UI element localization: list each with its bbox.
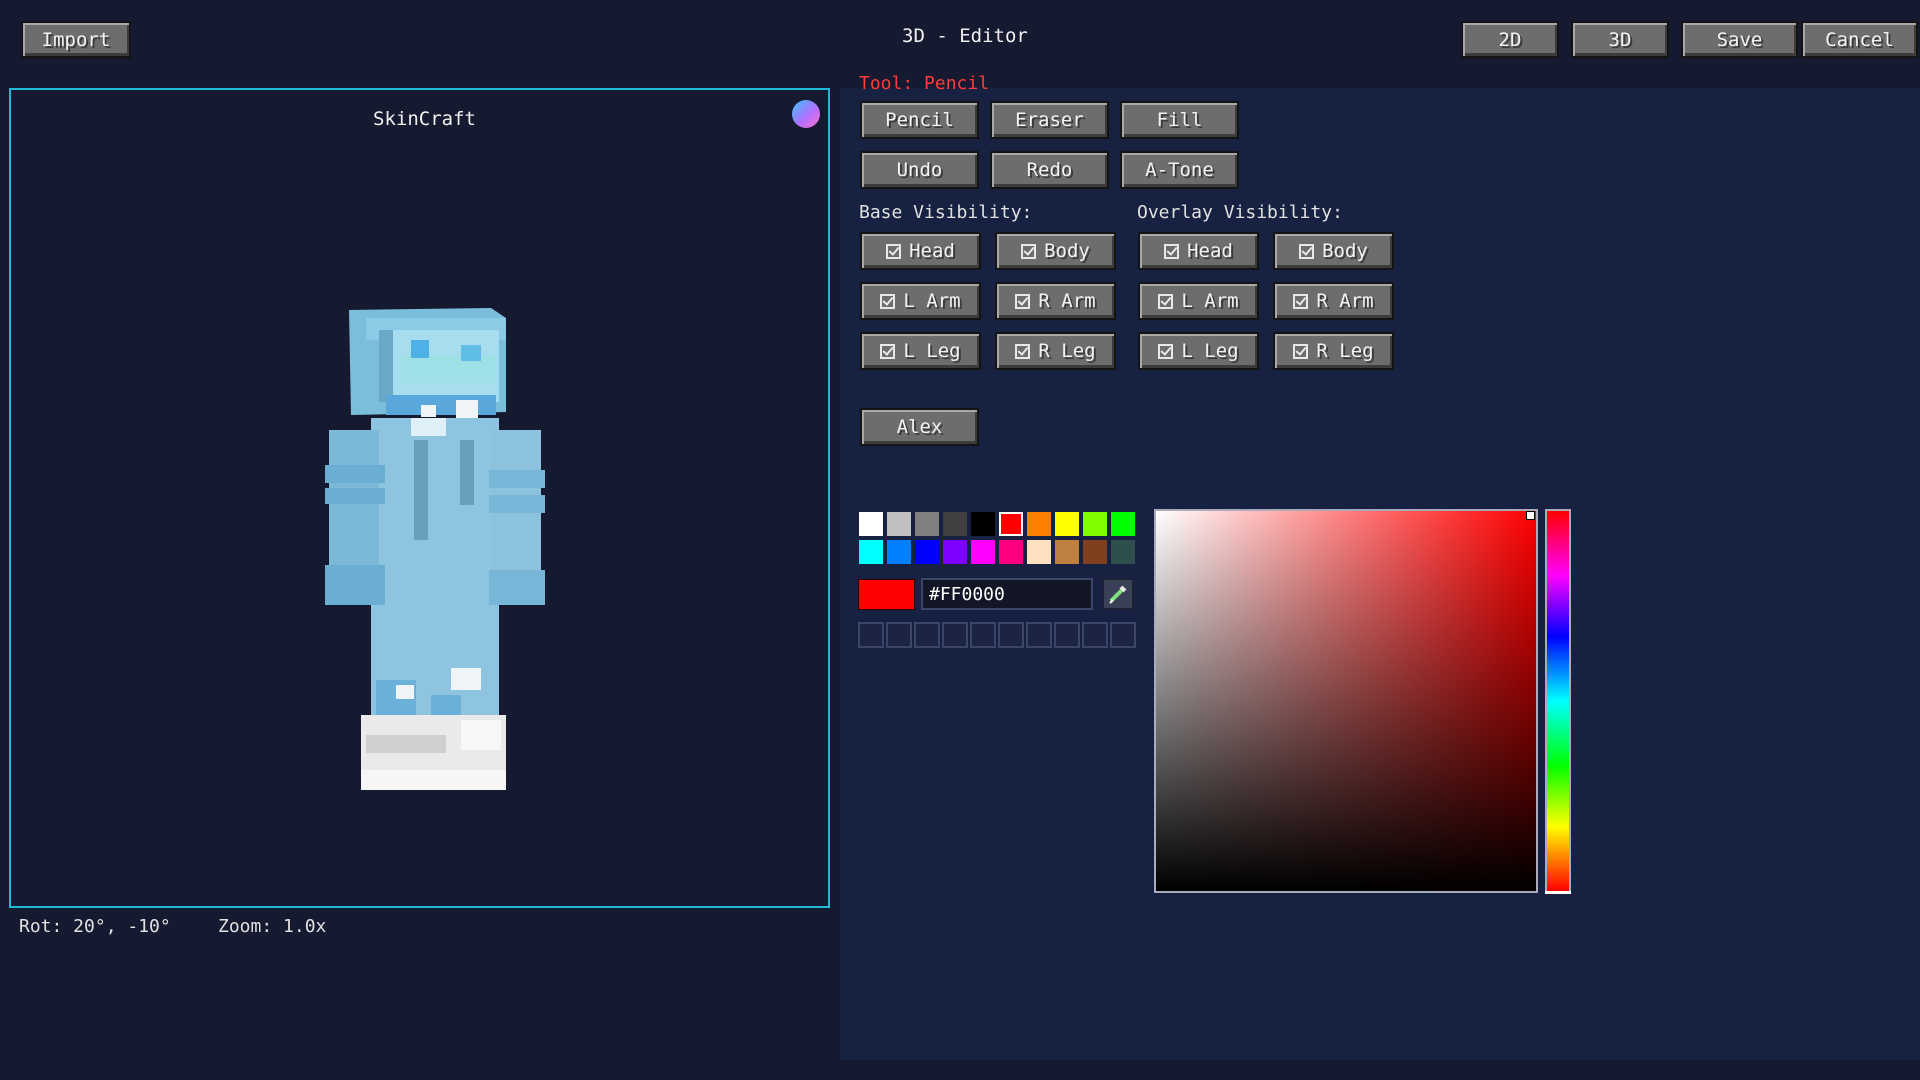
palette-swatch[interactable]	[943, 512, 967, 536]
a-tone-button[interactable]: A-Tone	[1120, 151, 1239, 189]
toggle-label: Head	[1187, 240, 1233, 262]
palette-swatch[interactable]	[887, 512, 911, 536]
overlay-body-toggle[interactable]: Body	[1273, 232, 1394, 270]
toggle-label: Head	[909, 240, 955, 262]
orb-icon[interactable]	[792, 100, 820, 128]
overlay-l-leg-toggle[interactable]: L Leg	[1138, 332, 1259, 370]
eyedropper-icon[interactable]	[1102, 578, 1134, 610]
toggle-label: Body	[1044, 240, 1090, 262]
import-button[interactable]: Import	[21, 21, 131, 58]
rotation-readout: Rot: 20°, -10°	[19, 916, 171, 937]
checkbox-checked-icon	[1293, 343, 1309, 359]
save-button[interactable]: Save	[1681, 21, 1798, 58]
palette-swatch[interactable]	[859, 540, 883, 564]
checkbox-checked-icon	[1158, 293, 1174, 309]
hex-input-value: #FF0000	[929, 583, 1005, 605]
base-l-arm-toggle[interactable]: L Arm	[860, 282, 981, 320]
toggle-label: L Arm	[1181, 290, 1239, 312]
toggle-label: L Arm	[903, 290, 961, 312]
palette-swatch[interactable]	[1027, 540, 1051, 564]
recent-color-slot[interactable]	[1082, 622, 1108, 648]
recent-color-slot[interactable]	[970, 622, 996, 648]
model-alex-button[interactable]: Alex	[860, 408, 979, 446]
palette-swatch[interactable]	[1083, 512, 1107, 536]
overlay-r-leg-toggle[interactable]: R Leg	[1273, 332, 1394, 370]
palette-swatch[interactable]	[999, 540, 1023, 564]
toggle-label: Body	[1322, 240, 1368, 262]
view-2d-button[interactable]: 2D	[1461, 21, 1559, 58]
page-title: 3D - Editor	[902, 25, 1028, 47]
overlay-l-arm-toggle[interactable]: L Arm	[1138, 282, 1259, 320]
palette-swatch[interactable]	[971, 540, 995, 564]
toggle-label: R Leg	[1038, 340, 1096, 362]
toggle-label: R Leg	[1316, 340, 1374, 362]
toggle-label: L Leg	[903, 340, 961, 362]
checkbox-checked-icon	[1015, 293, 1031, 309]
base-r-leg-toggle[interactable]: R Leg	[995, 332, 1116, 370]
recent-color-slot[interactable]	[914, 622, 940, 648]
palette-swatch[interactable]	[1027, 512, 1051, 536]
checkbox-checked-icon	[1158, 343, 1174, 359]
current-tool-label: Tool: Pencil	[859, 73, 990, 94]
undo-button[interactable]: Undo	[860, 151, 979, 189]
recent-color-slot[interactable]	[1026, 622, 1052, 648]
palette-swatch[interactable]	[1055, 512, 1079, 536]
zoom-readout: Zoom: 1.0x	[218, 916, 327, 937]
fill-tool-button[interactable]: Fill	[1120, 101, 1239, 139]
base-body-toggle[interactable]: Body	[995, 232, 1116, 270]
checkbox-checked-icon	[1021, 243, 1037, 259]
viewport-title: SkinCraft	[373, 108, 476, 130]
palette-swatch[interactable]	[1083, 540, 1107, 564]
checkbox-checked-icon	[1015, 343, 1031, 359]
base-r-arm-toggle[interactable]: R Arm	[995, 282, 1116, 320]
toggle-label: L Leg	[1181, 340, 1239, 362]
checkbox-checked-icon	[1299, 243, 1315, 259]
view-3d-button[interactable]: 3D	[1571, 21, 1669, 58]
palette-swatch[interactable]	[915, 512, 939, 536]
palette-swatch[interactable]	[887, 540, 911, 564]
eraser-tool-button[interactable]: Eraser	[990, 101, 1109, 139]
overlay-head-toggle[interactable]: Head	[1138, 232, 1259, 270]
palette-swatch[interactable]	[943, 540, 967, 564]
overlay-r-arm-toggle[interactable]: R Arm	[1273, 282, 1394, 320]
recent-color-slot[interactable]	[998, 622, 1024, 648]
palette-swatch[interactable]	[971, 512, 995, 536]
hex-input[interactable]: #FF0000	[921, 578, 1093, 610]
checkbox-checked-icon	[880, 293, 896, 309]
overlay-visibility-title: Overlay Visibility:	[1137, 202, 1343, 223]
hue-slider[interactable]	[1545, 509, 1571, 894]
toggle-label: R Arm	[1316, 290, 1374, 312]
palette-swatch[interactable]	[859, 512, 883, 536]
checkbox-checked-icon	[880, 343, 896, 359]
current-color-swatch[interactable]	[858, 579, 915, 610]
palette-swatch[interactable]	[1111, 512, 1135, 536]
palette-swatch[interactable]	[1111, 540, 1135, 564]
base-visibility-title: Base Visibility:	[859, 202, 1033, 223]
hue-slider-handle[interactable]	[1545, 891, 1571, 894]
toggle-label: R Arm	[1038, 290, 1096, 312]
recent-color-slot[interactable]	[886, 622, 912, 648]
character-model[interactable]	[311, 300, 551, 800]
checkbox-checked-icon	[1164, 243, 1180, 259]
base-head-toggle[interactable]: Head	[860, 232, 981, 270]
checkbox-checked-icon	[886, 243, 902, 259]
skin-3d-viewport[interactable]: SkinCraft	[9, 88, 830, 908]
recent-color-slot[interactable]	[858, 622, 884, 648]
recent-color-slot[interactable]	[1054, 622, 1080, 648]
pencil-tool-button[interactable]: Pencil	[860, 101, 979, 139]
palette-swatch[interactable]	[1055, 540, 1079, 564]
checkbox-checked-icon	[1293, 293, 1309, 309]
sv-cursor[interactable]	[1526, 511, 1535, 520]
recent-color-slot[interactable]	[942, 622, 968, 648]
saturation-value-picker[interactable]	[1154, 509, 1538, 893]
cancel-button[interactable]: Cancel	[1801, 21, 1918, 58]
palette-swatch[interactable]	[999, 512, 1023, 536]
base-l-leg-toggle[interactable]: L Leg	[860, 332, 981, 370]
palette-swatch[interactable]	[915, 540, 939, 564]
redo-button[interactable]: Redo	[990, 151, 1109, 189]
recent-color-slot[interactable]	[1110, 622, 1136, 648]
